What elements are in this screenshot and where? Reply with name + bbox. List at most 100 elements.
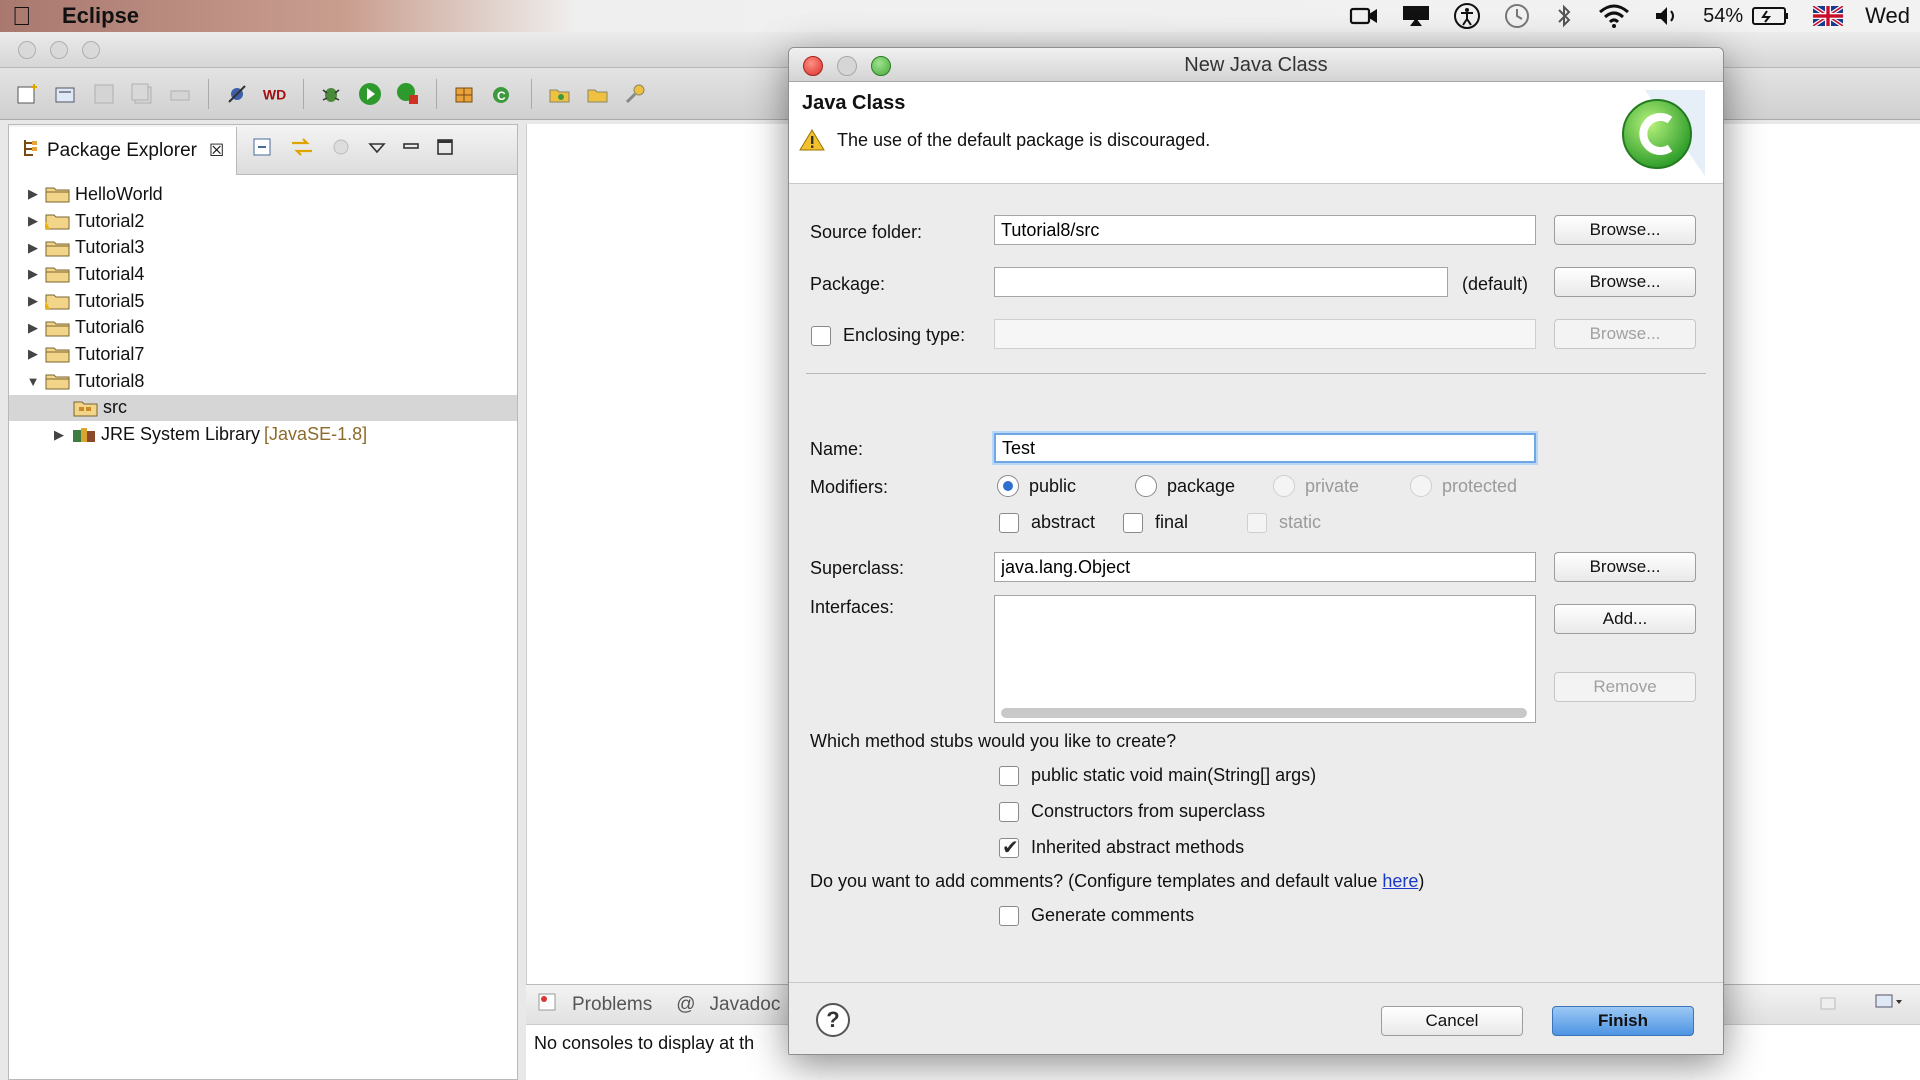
radio-dot[interactable] [1273, 475, 1295, 497]
camera-icon[interactable] [1349, 5, 1379, 27]
stub-constructors-checkbox[interactable]: Constructors from superclass [999, 801, 1265, 822]
checkbox-box[interactable] [999, 765, 1019, 786]
view-menu-icon[interactable] [367, 139, 387, 161]
airplay-icon[interactable] [1401, 4, 1431, 28]
browse-enclosing-type-button[interactable]: Browse... [1554, 319, 1696, 349]
expand-arrow-icon[interactable]: ▶ [23, 266, 43, 282]
expand-arrow-icon[interactable]: ▶ [23, 293, 43, 309]
search-icon[interactable] [622, 80, 650, 108]
battery-icon[interactable] [1751, 5, 1791, 27]
enclosing-type-field[interactable] [994, 319, 1536, 349]
cancel-button[interactable]: Cancel [1381, 1006, 1523, 1036]
modifier-static-checkbox[interactable]: static [1247, 512, 1321, 533]
modifier-abstract-checkbox[interactable]: abstract [999, 512, 1095, 533]
clock-text[interactable]: Wed [1865, 3, 1910, 29]
new-wizard-icon[interactable] [14, 80, 42, 108]
help-icon[interactable]: ? [816, 1003, 850, 1037]
link-with-editor-icon[interactable] [289, 135, 315, 165]
battery-percent[interactable]: 54% [1703, 5, 1743, 28]
horizontal-scrollbar[interactable] [1001, 708, 1527, 718]
maximize-view-icon[interactable] [435, 137, 455, 163]
tree-item-tutorial4[interactable]: ▶ Tutorial4 [9, 261, 517, 288]
wd-icon[interactable]: WD [261, 80, 289, 108]
enclosing-type-checkbox[interactable]: Enclosing type: [811, 325, 965, 346]
interfaces-list[interactable] [994, 595, 1536, 723]
debug-icon[interactable] [318, 80, 346, 108]
expand-arrow-icon[interactable]: ▶ [49, 427, 69, 443]
superclass-field[interactable] [994, 552, 1536, 582]
tree-item-tutorial2[interactable]: ▶ Tutorial2 [9, 208, 517, 235]
configure-templates-link[interactable]: here [1382, 871, 1418, 891]
stub-inherited-checkbox[interactable]: Inherited abstract methods [999, 835, 1244, 860]
expand-arrow-icon[interactable]: ▶ [23, 320, 43, 336]
flag-icon[interactable] [1813, 6, 1844, 26]
skip-breakpoints-icon[interactable] [223, 80, 251, 108]
radio-dot[interactable] [997, 475, 1019, 497]
expand-arrow-icon[interactable]: ▶ [23, 240, 43, 256]
time-machine-icon[interactable] [1503, 2, 1531, 30]
tree-item-tutorial7[interactable]: ▶ Tutorial7 [9, 341, 517, 368]
run-icon[interactable] [356, 80, 384, 108]
apple-menu-icon[interactable]:  [12, 1, 52, 32]
class-name-field[interactable] [994, 433, 1536, 463]
checkbox-box[interactable] [999, 905, 1019, 926]
modifier-public-radio[interactable]: public [997, 475, 1076, 497]
volume-icon[interactable] [1653, 4, 1681, 28]
minimize-view-icon[interactable] [401, 139, 421, 161]
browse-superclass-button[interactable]: Browse... [1554, 552, 1696, 582]
tree-item-helloworld[interactable]: ▶ HelloWorld [9, 181, 517, 208]
display-console-icon[interactable] [1874, 992, 1904, 1018]
tree-item-src[interactable]: src [9, 394, 517, 422]
bluetooth-icon[interactable] [1553, 3, 1575, 29]
tree-item-jre-library[interactable]: ▶ JRE System Library [JavaSE-1.8] [9, 421, 517, 448]
new-package-icon[interactable] [451, 80, 479, 108]
tree-item-tutorial8[interactable]: ▼ Tutorial8 [9, 368, 517, 395]
expand-arrow-icon[interactable]: ▶ [23, 186, 43, 202]
checkbox-box[interactable] [999, 801, 1019, 822]
focus-active-task-icon[interactable] [329, 136, 353, 164]
tree-item-tutorial6[interactable]: ▶ Tutorial6 [9, 314, 517, 341]
modifier-final-checkbox[interactable]: final [1123, 512, 1188, 533]
save-all-icon[interactable] [128, 80, 156, 108]
checkbox-box[interactable] [1247, 512, 1267, 533]
tree-item-tutorial5[interactable]: ▶ Tutorial5 [9, 288, 517, 315]
package-field[interactable] [994, 267, 1448, 297]
wifi-icon[interactable] [1597, 3, 1631, 29]
checkbox-box[interactable] [999, 835, 1019, 860]
source-folder-field[interactable] [994, 215, 1536, 245]
radio-dot[interactable] [1410, 475, 1432, 497]
print-icon[interactable] [166, 80, 194, 108]
tab-problems[interactable]: Problems [572, 994, 652, 1016]
finish-button[interactable]: Finish [1552, 1006, 1694, 1036]
modifier-private-radio[interactable]: private [1273, 475, 1359, 497]
close-tab-icon[interactable]: ☒ [209, 141, 224, 161]
tab-javadoc[interactable]: Javadoc [710, 994, 781, 1016]
pin-console-icon[interactable] [1818, 992, 1840, 1018]
checkbox-box[interactable] [811, 325, 831, 346]
modifier-package-radio[interactable]: package [1135, 475, 1235, 497]
new-class-icon[interactable]: C [489, 80, 517, 108]
run-external-icon[interactable] [394, 80, 422, 108]
minimize-window-button[interactable] [50, 40, 68, 59]
tree-item-tutorial3[interactable]: ▶ Tutorial3 [9, 234, 517, 261]
radio-dot[interactable] [1135, 475, 1157, 497]
zoom-window-button[interactable] [82, 40, 100, 59]
collapse-arrow-icon[interactable]: ▼ [23, 374, 43, 389]
accessibility-icon[interactable] [1453, 2, 1481, 30]
open-type-icon[interactable] [546, 80, 574, 108]
new-project-icon[interactable] [52, 80, 80, 108]
open-resource-icon[interactable] [584, 80, 612, 108]
generate-comments-checkbox[interactable]: Generate comments [999, 905, 1194, 926]
browse-package-button[interactable]: Browse... [1554, 267, 1696, 297]
add-interface-button[interactable]: Add... [1554, 604, 1696, 634]
remove-interface-button[interactable]: Remove [1554, 672, 1696, 702]
app-name[interactable]: Eclipse [62, 3, 139, 29]
tab-package-explorer[interactable]: Package Explorer ☒ [9, 126, 238, 175]
checkbox-box[interactable] [1123, 512, 1143, 533]
checkbox-box[interactable] [999, 512, 1019, 533]
save-icon[interactable] [90, 80, 118, 108]
expand-arrow-icon[interactable]: ▶ [23, 346, 43, 362]
collapse-all-icon[interactable] [251, 136, 275, 164]
stub-main-checkbox[interactable]: public static void main(String[] args) [999, 765, 1316, 786]
close-window-button[interactable] [18, 40, 36, 59]
